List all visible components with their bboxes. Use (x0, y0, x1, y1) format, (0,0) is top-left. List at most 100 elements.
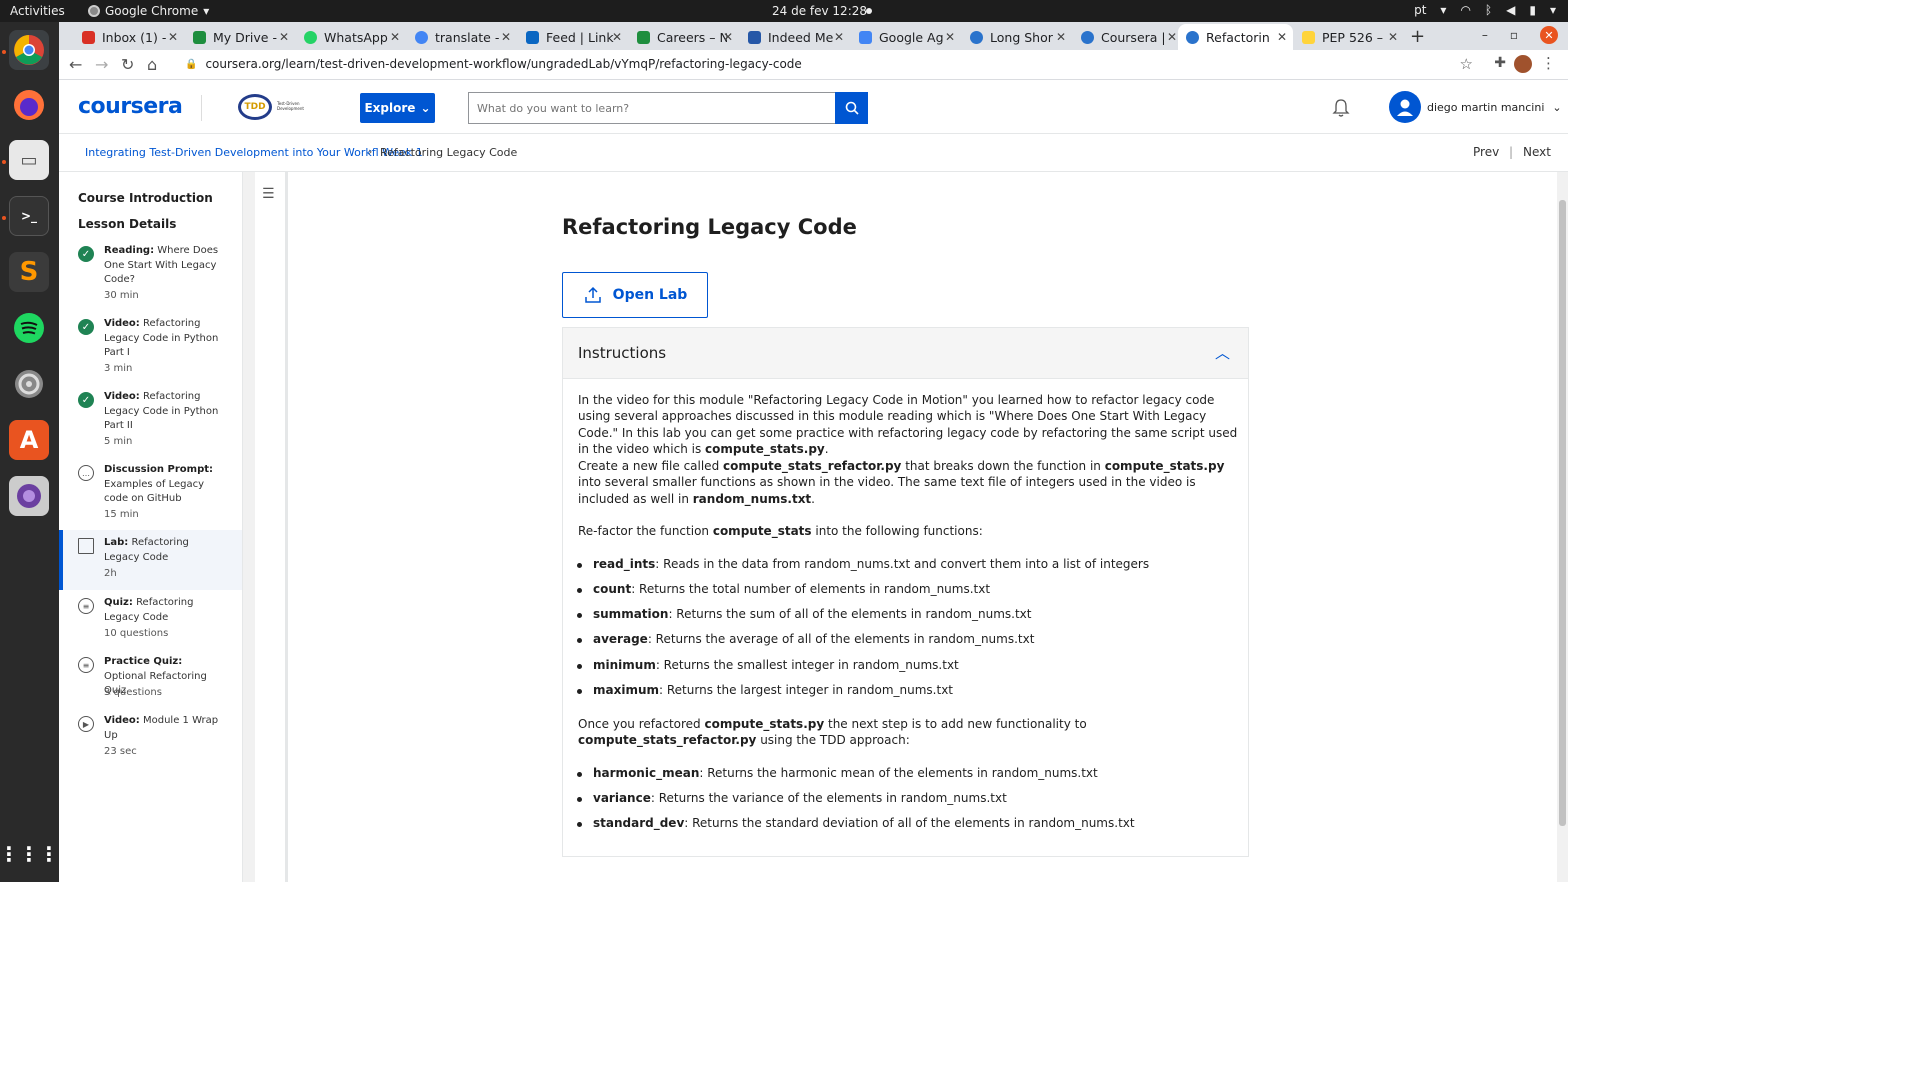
instructions-header[interactable]: Instructions ︿ (562, 327, 1249, 379)
user-menu[interactable]: diego martin mancini ⌄ (1427, 101, 1562, 114)
search-button[interactable] (835, 92, 868, 124)
close-icon[interactable]: ✕ (723, 30, 733, 44)
chevron-up-icon[interactable]: ︿ (1215, 342, 1230, 363)
lock-icon: 🔒 (185, 58, 198, 70)
username: diego martin mancini (1427, 101, 1545, 114)
files-dock-icon[interactable]: ▭ (9, 140, 49, 180)
maximize-button[interactable]: ▫ (1510, 28, 1518, 42)
chrome-menu-icon[interactable]: ⋮ (1541, 54, 1556, 72)
tdd-logo[interactable]: TDD (238, 94, 272, 120)
firefox-dock-icon[interactable] (9, 85, 49, 125)
close-icon[interactable]: ✕ (834, 30, 844, 44)
window-controls: – ▫ ✕ (1482, 26, 1558, 44)
back-button[interactable]: ← (69, 55, 82, 74)
close-icon[interactable]: ✕ (1388, 30, 1398, 44)
search-input[interactable] (468, 92, 835, 124)
google-icon (415, 30, 428, 44)
screenshot-dock-icon[interactable] (9, 476, 49, 516)
close-icon[interactable]: ✕ (168, 30, 178, 44)
chevron-down-icon: ▾ (203, 4, 210, 18)
tab[interactable]: Coursera | ✕ (1073, 24, 1183, 50)
new-tab-button[interactable]: + (1410, 26, 1425, 47)
notification-bell-icon[interactable] (1331, 98, 1351, 123)
chevron-down-icon: ▾ (1549, 3, 1556, 17)
tab[interactable]: My Drive - ✕ (185, 24, 295, 50)
sidebar-item-lab[interactable]: Lab: Refactoring Legacy Code 2h (59, 530, 242, 590)
next-button[interactable]: Next (1523, 145, 1551, 159)
play-icon: ▶ (78, 716, 94, 732)
table-of-contents-icon[interactable]: ☰ (262, 186, 275, 202)
chrome-dock-icon[interactable] (9, 30, 49, 70)
close-icon[interactable]: ✕ (945, 30, 955, 44)
close-icon[interactable]: ✕ (390, 30, 400, 44)
close-icon[interactable]: ✕ (1056, 30, 1066, 44)
terminal-dock-icon[interactable]: >_ (9, 196, 49, 236)
profile-avatar[interactable] (1514, 55, 1532, 73)
input-language[interactable]: pt (1414, 3, 1426, 17)
close-icon[interactable]: ✕ (501, 30, 511, 44)
sidebar-item-practice-quiz[interactable]: ≡ Practice Quiz: Optional Refactoring Qu… (59, 655, 242, 707)
coursera-logo[interactable]: coursera (78, 94, 183, 119)
close-icon[interactable]: ✕ (1277, 30, 1287, 44)
coursera-icon (1186, 30, 1199, 44)
close-window-button[interactable]: ✕ (1540, 26, 1558, 44)
scrollbar-thumb[interactable] (1559, 200, 1566, 826)
tab-active[interactable]: Refactorin ✕ (1178, 24, 1293, 50)
forward-button[interactable]: → (95, 55, 108, 74)
running-indicator (2, 160, 6, 164)
activities-button[interactable]: Activities (10, 4, 65, 18)
clock[interactable]: 24 de fev 12:28 (772, 4, 867, 18)
tab[interactable]: WhatsApp ✕ (296, 24, 406, 50)
close-icon[interactable]: ✕ (612, 30, 622, 44)
linkedin-icon (526, 30, 539, 44)
app-grid-icon[interactable]: ⋮⋮⋮ (0, 834, 59, 874)
spotify-dock-icon[interactable] (9, 308, 49, 348)
chrome-icon (88, 5, 100, 17)
software-dock-icon[interactable]: A (9, 420, 49, 460)
home-button[interactable]: ⌂ (147, 55, 157, 74)
app-menu[interactable]: Google Chrome ▾ (88, 4, 209, 18)
sidebar-item-duration: 15 min (104, 509, 139, 520)
prev-button[interactable]: Prev (1473, 145, 1499, 159)
instructions-title: Instructions (578, 344, 667, 362)
system-tray[interactable]: pt ▾ ◠ ᛒ ◀ ▮ ▾ (1414, 3, 1556, 17)
sidebar-item-discussion[interactable]: … Discussion Prompt: Examples of Legacy … (59, 463, 242, 529)
tab[interactable]: Careers – N ✕ (629, 24, 739, 50)
lesson-details-heading[interactable]: Lesson Details (78, 217, 176, 231)
close-icon[interactable]: ✕ (279, 30, 289, 44)
gmail-icon (82, 30, 95, 44)
tab[interactable]: Google Ag ✕ (851, 24, 961, 50)
search-icon (845, 101, 859, 115)
course-introduction-link[interactable]: Course Introduction (78, 191, 213, 205)
sublime-dock-icon[interactable]: S (9, 252, 49, 292)
running-indicator (2, 216, 6, 220)
discussion-icon: … (78, 465, 94, 481)
reload-button[interactable]: ↻ (121, 55, 134, 74)
settings-dock-icon[interactable] (9, 364, 49, 404)
tab[interactable]: Long Shor ✕ (962, 24, 1072, 50)
chevron-down-icon: ⌄ (420, 101, 431, 115)
page-title: Refactoring Legacy Code (562, 215, 857, 239)
sidebar-item-video[interactable]: ✓ Video: Refactoring Legacy Code in Pyth… (59, 317, 242, 383)
sidebar-item-video[interactable]: ▶ Video: Module 1 Wrap Up 23 sec (59, 714, 242, 766)
minimize-button[interactable]: – (1482, 28, 1488, 42)
tab[interactable]: Inbox (1) - ✕ (74, 24, 184, 50)
tab[interactable]: Indeed Me ✕ (740, 24, 850, 50)
user-avatar[interactable] (1389, 91, 1421, 123)
address-bar[interactable]: 🔒 coursera.org/learn/test-driven-develop… (185, 57, 802, 71)
explore-button[interactable]: Explore ⌄ (360, 93, 435, 123)
sidebar-item-reading[interactable]: ✓ Reading: Where Does One Start With Leg… (59, 244, 242, 310)
page-scrollbar[interactable] (1557, 172, 1568, 882)
sidebar-item-quiz[interactable]: ≡ Quiz: Refactoring Legacy Code 10 quest… (59, 596, 242, 648)
tab[interactable]: PEP 526 – ✕ (1294, 24, 1404, 50)
close-icon[interactable]: ✕ (1167, 30, 1177, 44)
bookmark-star-icon[interactable]: ☆ (1460, 55, 1473, 73)
tab[interactable]: Feed | Link ✕ (518, 24, 628, 50)
sidebar-item-video[interactable]: ✓ Video: Refactoring Legacy Code in Pyth… (59, 390, 242, 456)
sidebar-scrollbar[interactable] (243, 172, 255, 882)
breadcrumb: Integrating Test-Driven Development into… (59, 134, 1568, 172)
open-lab-button[interactable]: Open Lab (562, 272, 708, 318)
extensions-icon[interactable]: ✚ (1494, 55, 1506, 71)
explore-label: Explore (364, 101, 416, 115)
tab[interactable]: translate - ✕ (407, 24, 517, 50)
